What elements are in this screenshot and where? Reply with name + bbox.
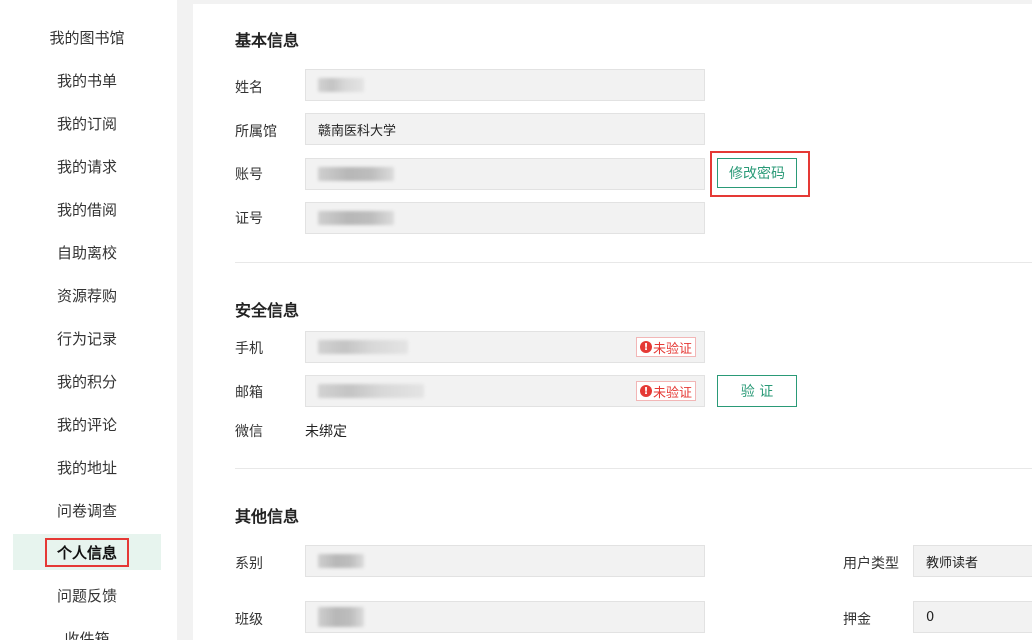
sidebar-item-label: 收件箱 (64, 629, 110, 640)
security-info-title: 安全信息 (235, 301, 300, 320)
sidebar-item-label: 我的地址 (56, 458, 117, 477)
profile-panel: 基本信息 姓名 所属馆 赣南医科大学 账号 修改密码 证号 安全信息 手机 ! … (193, 4, 1032, 640)
sidebar-item-label: 我的图书馆 (49, 28, 125, 47)
sidebar: 我的图书馆 我的书单 我的订阅 我的请求 我的借阅 自助离校 资源荐购 行为记录… (0, 0, 177, 640)
phone-field: ! 未验证 (305, 331, 705, 363)
class-label: 班级 (235, 612, 263, 628)
library-label: 所属馆 (235, 124, 277, 140)
badge-label: 未验证 (652, 341, 692, 357)
redacted-value (318, 211, 394, 225)
section-divider (235, 468, 1032, 469)
sidebar-item-behavior-records[interactable]: 行为记录 (13, 320, 161, 356)
department-field (305, 545, 705, 577)
sidebar-item-label: 个人信息 (44, 537, 129, 567)
card-number-field (305, 202, 705, 234)
sidebar-item-my-comments[interactable]: 我的评论 (13, 406, 161, 442)
sidebar-item-personal-info[interactable]: 个人信息 (13, 534, 161, 570)
redacted-value (318, 167, 394, 181)
sidebar-item-label: 我的积分 (56, 372, 117, 391)
sidebar-item-feedback[interactable]: 问题反馈 (13, 577, 161, 613)
sidebar-item-label: 我的订阅 (56, 114, 117, 133)
sidebar-item-label: 自助离校 (56, 243, 117, 262)
sidebar-item-label: 资源荐购 (56, 286, 117, 305)
sidebar-item-survey[interactable]: 问卷调查 (13, 492, 161, 528)
verify-email-button[interactable]: 验 证 (717, 375, 797, 407)
class-field (305, 601, 705, 633)
redacted-value (318, 340, 408, 354)
email-field: ! 未验证 (305, 375, 705, 407)
email-label: 邮箱 (235, 385, 263, 401)
sidebar-item-inbox[interactable]: 收件箱 (13, 620, 161, 640)
name-label: 姓名 (235, 80, 263, 96)
sidebar-item-label: 我的借阅 (56, 200, 117, 219)
wechat-status: 未绑定 (305, 424, 347, 440)
sidebar-item-label: 行为记录 (56, 329, 117, 348)
sidebar-item-my-library[interactable]: 我的图书馆 (13, 19, 161, 55)
sidebar-item-label: 我的请求 (56, 157, 117, 176)
redacted-value (318, 607, 364, 627)
redacted-value (318, 384, 424, 398)
sidebar-item-label: 我的评论 (56, 415, 117, 434)
wechat-label: 微信 (235, 424, 263, 440)
deposit-label: 押金 (843, 612, 871, 628)
other-info-title: 其他信息 (235, 507, 300, 526)
badge-label: 未验证 (652, 385, 692, 401)
name-field (305, 69, 705, 101)
basic-info-title: 基本信息 (235, 31, 300, 50)
section-divider (235, 262, 1032, 263)
sidebar-item-self-checkout-leave[interactable]: 自助离校 (13, 234, 161, 270)
sidebar-item-label: 问卷调查 (56, 501, 117, 520)
phone-label: 手机 (235, 341, 263, 357)
sidebar-item-my-subscriptions[interactable]: 我的订阅 (13, 105, 161, 141)
email-unverified-badge: ! 未验证 (635, 381, 696, 401)
redacted-value (318, 554, 364, 568)
sidebar-item-resource-recommend[interactable]: 资源荐购 (13, 277, 161, 313)
user-type-label: 用户类型 (843, 556, 899, 572)
sidebar-item-label: 问题反馈 (56, 586, 117, 605)
phone-unverified-badge: ! 未验证 (635, 337, 696, 357)
library-field: 赣南医科大学 (305, 113, 705, 145)
deposit-field: 0 (913, 601, 1032, 633)
sidebar-item-label: 我的书单 (56, 71, 117, 90)
redacted-value (318, 78, 364, 92)
sidebar-item-my-points[interactable]: 我的积分 (13, 363, 161, 399)
change-password-button[interactable]: 修改密码 (717, 158, 797, 188)
alert-icon: ! (639, 385, 652, 397)
user-type-field: 教师读者 (913, 545, 1032, 577)
department-label: 系别 (235, 556, 263, 572)
sidebar-item-my-address[interactable]: 我的地址 (13, 449, 161, 485)
sidebar-item-my-requests[interactable]: 我的请求 (13, 148, 161, 184)
sidebar-item-my-booklist[interactable]: 我的书单 (13, 62, 161, 98)
sidebar-item-my-borrowing[interactable]: 我的借阅 (13, 191, 161, 227)
card-number-label: 证号 (235, 211, 263, 227)
alert-icon: ! (639, 341, 652, 353)
account-field (305, 158, 705, 190)
account-label: 账号 (235, 167, 263, 183)
